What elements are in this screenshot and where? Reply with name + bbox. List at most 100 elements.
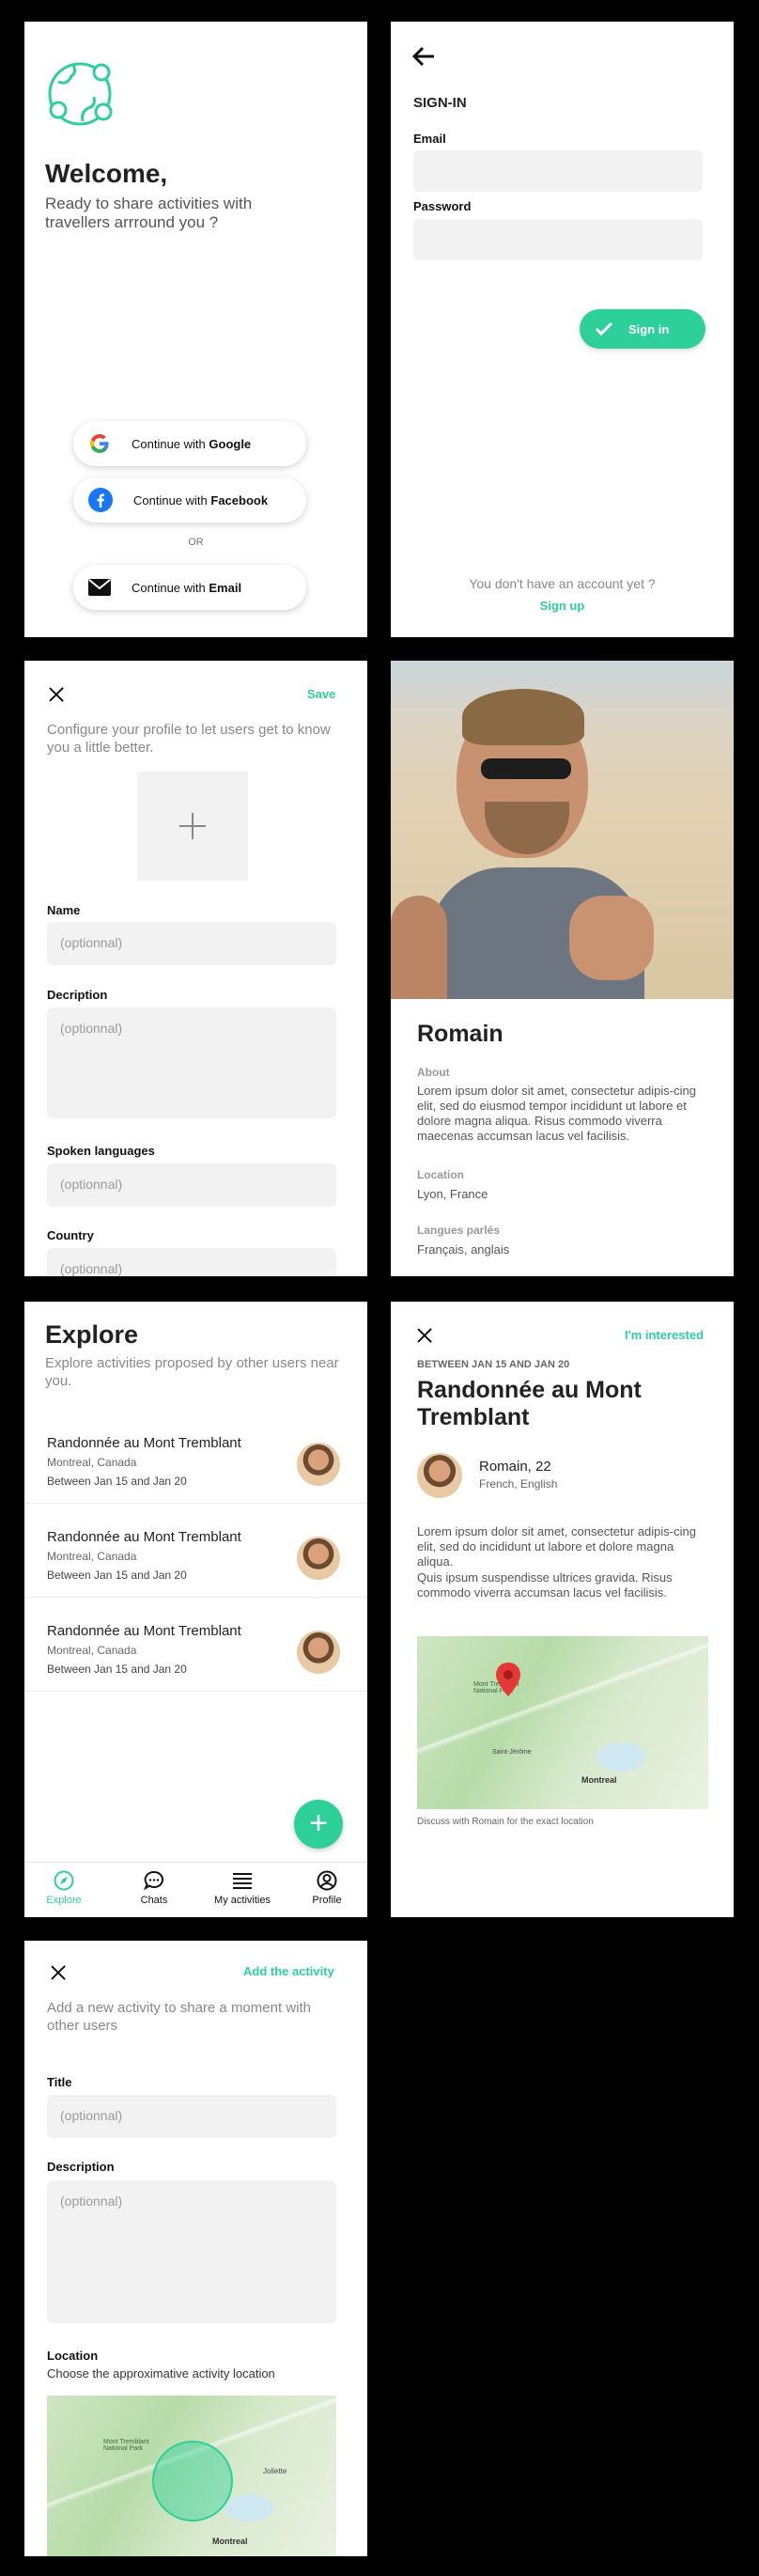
- continue-email-button[interactable]: Continue with Email: [73, 565, 306, 610]
- description-label: Description: [47, 2160, 115, 2174]
- plus-icon: [179, 813, 206, 839]
- location-label: Location: [47, 2349, 99, 2363]
- activity-list-item[interactable]: Randonnée au Mont Tremblant Montreal, Ca…: [24, 1409, 367, 1504]
- checkmark-icon: [595, 321, 613, 336]
- signin-title: SIGN-IN: [413, 95, 467, 111]
- explore-title: Explore: [45, 1320, 139, 1349]
- activity-place: Montreal, Canada: [47, 1456, 137, 1469]
- avatar: [297, 1537, 340, 1580]
- globe-people-icon: [48, 62, 113, 126]
- location-picker-map[interactable]: Mont Tremblant National Park Montreal Jo…: [47, 2396, 336, 2556]
- spoken-languages-label: Spoken languages: [47, 1144, 155, 1158]
- envelope-icon: [88, 579, 111, 596]
- activity-map[interactable]: Mont Tremblant National Park Montreal Sa…: [417, 1636, 708, 1809]
- avatar: [297, 1443, 340, 1486]
- name-label: Name: [47, 903, 81, 917]
- save-button[interactable]: Save: [307, 687, 335, 701]
- welcome-screen: Welcome, Ready to share activities with …: [24, 22, 367, 637]
- add-photo-button[interactable]: [137, 772, 248, 881]
- country-input[interactable]: (optionnal): [47, 1248, 336, 1276]
- signin-screen: SIGN-IN Email Password Sign in You don't…: [391, 22, 734, 637]
- explore-subtitle: Explore activities proposed by other use…: [45, 1355, 339, 1389]
- plus-icon: +: [309, 1805, 328, 1841]
- spoken-languages-input[interactable]: (optionnal): [47, 1163, 336, 1207]
- facebook-icon: [88, 488, 113, 512]
- host-name: Romain, 22: [479, 1459, 551, 1475]
- bottom-tab-bar: Explore Chats My activities Profile: [24, 1862, 367, 1917]
- activity-dates: Between Jan 15 and Jan 20: [47, 1663, 187, 1676]
- add-activity-screen: Add the activity Add a new activity to s…: [24, 1941, 367, 2556]
- activity-title: Randonnée au Mont Tremblant: [47, 1435, 241, 1451]
- title-input[interactable]: (optionnal): [47, 2095, 336, 2138]
- close-icon[interactable]: [47, 685, 66, 704]
- activity-dates: BETWEEN JAN 15 AND JAN 20: [417, 1359, 570, 1370]
- map-note: Discuss with Romain for the exact locati…: [417, 1817, 594, 1827]
- configure-intro: Configure your profile to let users get …: [47, 722, 331, 756]
- welcome-title: Welcome,: [45, 159, 168, 188]
- email-field[interactable]: [413, 150, 703, 192]
- add-intro: Add a new activity to share a moment wit…: [47, 2000, 311, 2034]
- activity-list-item[interactable]: Randonnée au Mont Tremblant Montreal, Ca…: [24, 1597, 367, 1692]
- email-label: Continue with Email: [132, 580, 242, 595]
- add-activity-fab[interactable]: +: [294, 1800, 343, 1849]
- password-field[interactable]: [413, 219, 703, 260]
- description-input[interactable]: (optionnal): [47, 2180, 336, 2323]
- location-hint: Choose the approximative activity locati…: [47, 2366, 275, 2381]
- map-pin-icon: [496, 1663, 520, 1696]
- languages-value: Français, anglais: [417, 1242, 510, 1257]
- radius-selector[interactable]: [152, 2441, 233, 2521]
- host-languages: French, English: [479, 1477, 558, 1491]
- description-input[interactable]: (optionnal): [47, 1007, 336, 1118]
- welcome-subtitle: Ready to share activities with traveller…: [45, 195, 253, 231]
- email-label: Email: [413, 132, 446, 146]
- activity-title: Randonnée au Mont Tremblant: [47, 1623, 241, 1639]
- activity-list-item[interactable]: Randonnée au Mont Tremblant Montreal, Ca…: [24, 1503, 367, 1598]
- close-icon[interactable]: [415, 1326, 434, 1345]
- user-circle-icon: [317, 1870, 337, 1891]
- chat-bubble-icon: [144, 1870, 164, 1891]
- map-label: Saint-Jérôme: [492, 1749, 532, 1756]
- list-icon: [233, 1873, 252, 1889]
- country-label: Country: [47, 1228, 94, 1242]
- description-label: Decription: [47, 988, 108, 1002]
- activity-title: Randonnée au Mont Tremblant: [47, 1529, 241, 1545]
- activity-description-2: Quis ipsum suspendisse ultrices gravida.…: [417, 1570, 673, 1600]
- tab-chats[interactable]: Chats: [116, 1870, 192, 1906]
- tab-profile[interactable]: Profile: [289, 1870, 364, 1906]
- signup-link[interactable]: Sign up: [391, 599, 734, 613]
- continue-facebook-button[interactable]: Continue with Facebook: [73, 477, 306, 523]
- facebook-label: Continue with Facebook: [133, 492, 269, 507]
- explore-screen: Explore Explore activities proposed by o…: [24, 1302, 367, 1917]
- compass-icon: [54, 1870, 74, 1891]
- password-label: Password: [413, 199, 472, 213]
- add-activity-button[interactable]: Add the activity: [243, 1964, 334, 1978]
- location-label: Location: [417, 1168, 464, 1181]
- activity-place: Montreal, Canada: [47, 1550, 137, 1563]
- or-divider: OR: [188, 537, 204, 548]
- interested-button[interactable]: I'm interested: [625, 1328, 704, 1342]
- activity-place: Montreal, Canada: [47, 1644, 137, 1657]
- tab-my-activities[interactable]: My activities: [200, 1870, 285, 1906]
- continue-google-button[interactable]: Continue with Google: [73, 421, 306, 466]
- map-label: Joliette: [263, 2467, 287, 2475]
- configure-profile-screen: Save Configure your profile to let users…: [24, 661, 367, 1276]
- avatar: [297, 1631, 340, 1674]
- languages-label: Langues parlés: [417, 1224, 501, 1237]
- host-avatar[interactable]: [417, 1453, 462, 1498]
- profile-name: Romain: [417, 1021, 503, 1047]
- name-input[interactable]: (optionnal): [47, 922, 336, 965]
- activity-detail-screen: I'm interested BETWEEN JAN 15 AND JAN 20…: [391, 1302, 734, 1917]
- google-icon: [90, 434, 109, 453]
- profile-screen: Romain About Lorem ipsum dolor sit amet,…: [391, 661, 734, 1276]
- back-arrow-icon[interactable]: [411, 46, 436, 67]
- location-value: Lyon, France: [417, 1187, 488, 1201]
- close-icon[interactable]: [49, 1963, 68, 1982]
- activity-dates: Between Jan 15 and Jan 20: [47, 1569, 187, 1582]
- activity-description-1: Lorem ipsum dolor sit amet, consectetur …: [417, 1524, 696, 1569]
- activity-title: Randonnée au Mont Tremblant: [417, 1377, 642, 1430]
- about-text: Lorem ipsum dolor sit amet, consectetur …: [417, 1084, 696, 1143]
- tab-explore[interactable]: Explore: [26, 1870, 101, 1906]
- signin-button[interactable]: Sign in: [580, 309, 705, 349]
- no-account-text: You don't have an account yet ?: [469, 576, 656, 591]
- title-label: Title: [47, 2075, 72, 2089]
